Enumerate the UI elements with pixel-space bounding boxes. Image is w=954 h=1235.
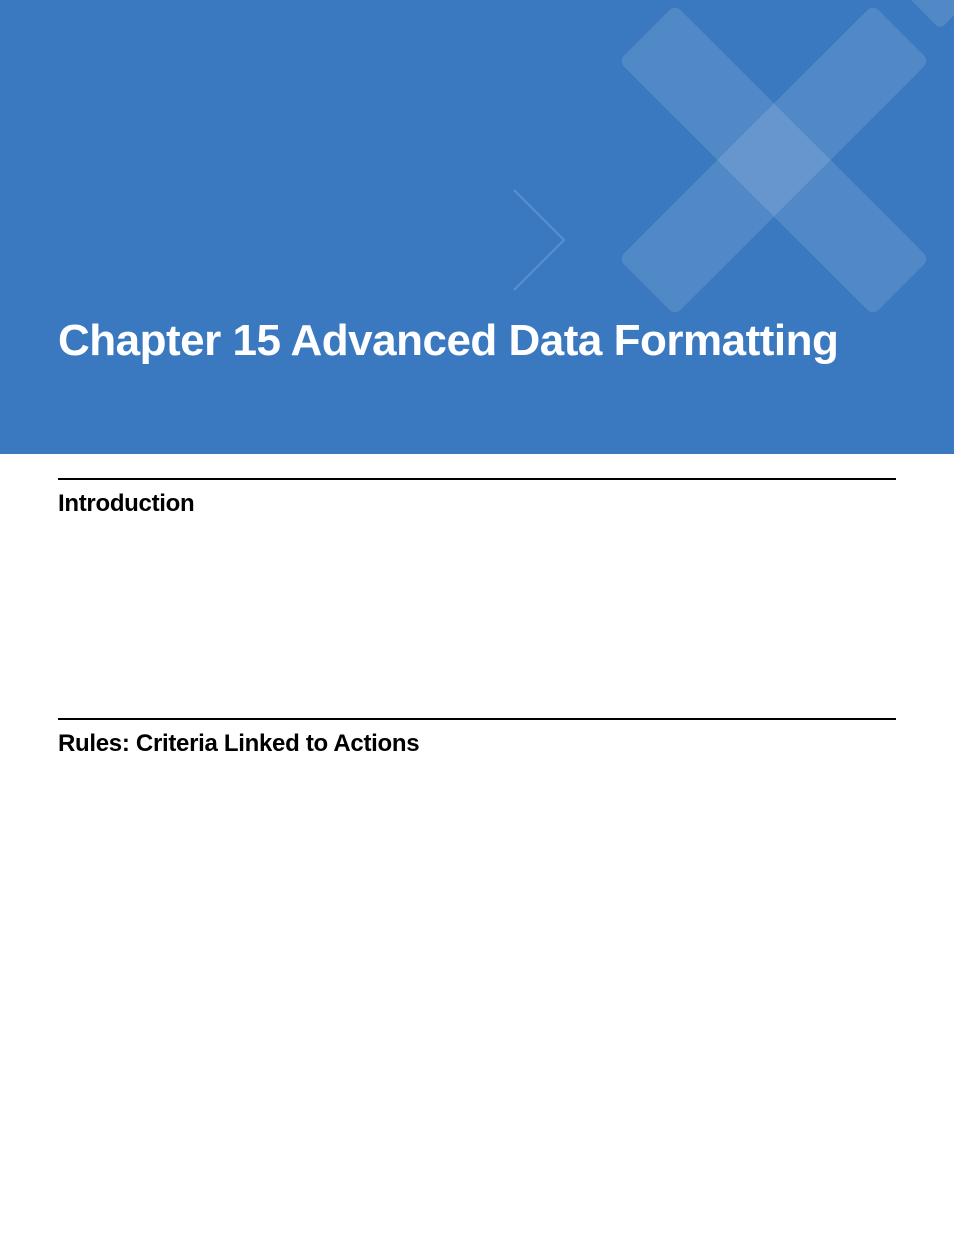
chapter-title: Chapter 15 Advanced Data Formatting xyxy=(58,316,838,366)
page-content: Introduction Rules: Criteria Linked to A… xyxy=(0,478,954,758)
document-page: Chapter 15 Advanced Data Formatting Intr… xyxy=(0,0,954,1235)
section-spacer xyxy=(58,518,896,694)
section-heading-rules: Rules: Criteria Linked to Actions xyxy=(58,730,896,758)
banner-decorative-graphic xyxy=(474,0,954,454)
section-introduction: Introduction xyxy=(58,478,896,518)
section-rules: Rules: Criteria Linked to Actions xyxy=(58,718,896,758)
section-divider xyxy=(58,478,896,480)
section-divider xyxy=(58,718,896,720)
section-heading-introduction: Introduction xyxy=(58,490,896,518)
chapter-banner: Chapter 15 Advanced Data Formatting xyxy=(0,0,954,454)
